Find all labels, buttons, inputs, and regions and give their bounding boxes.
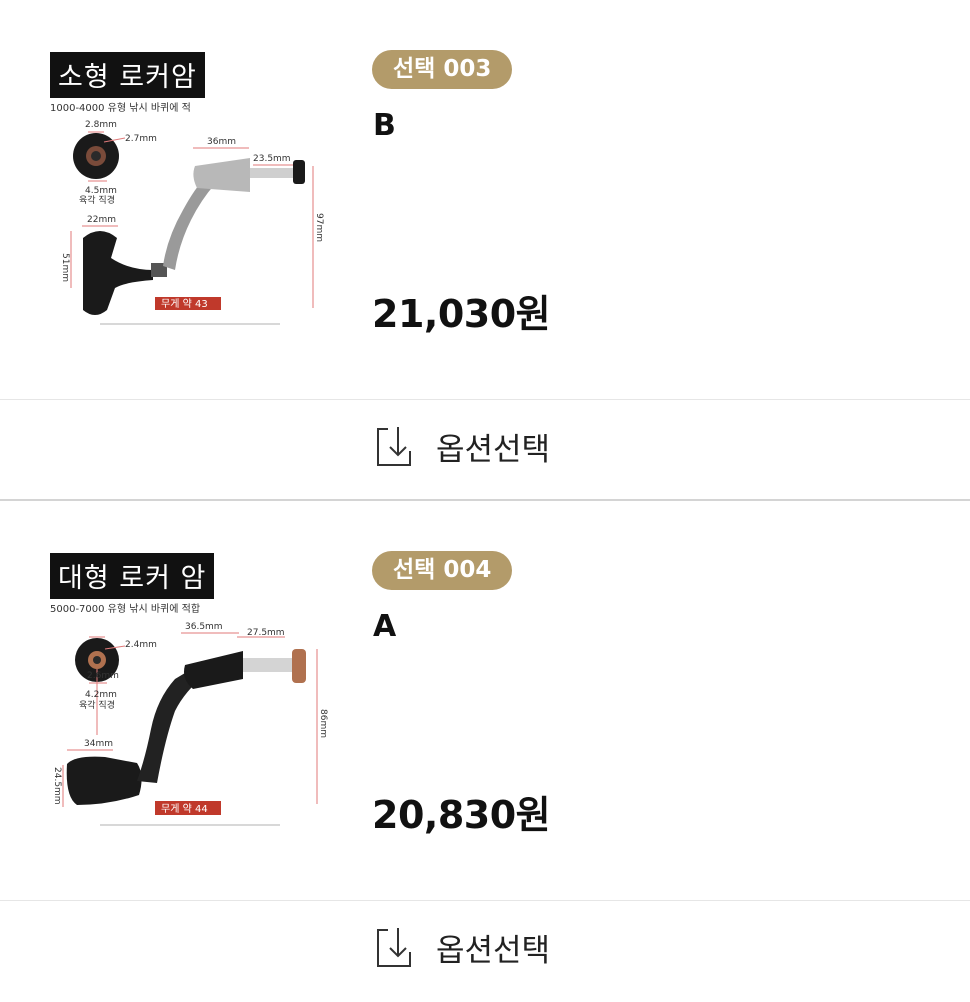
- image-title: 대형 로커 암: [50, 553, 215, 599]
- price: 20,830원: [372, 793, 551, 837]
- svg-text:2.6mm: 2.6mm: [87, 671, 119, 681]
- product-card: 2.6mm 2.4mm 4.2mm 육각 직경 34mm 24.5mm 36.5…: [0, 501, 970, 1002]
- svg-text:무게 약 43: 무게 약 43: [161, 298, 208, 310]
- svg-text:22mm: 22mm: [87, 215, 116, 225]
- svg-text:51mm: 51mm: [60, 253, 70, 282]
- option-name: B: [373, 108, 396, 143]
- svg-text:86mm: 86mm: [318, 709, 328, 738]
- svg-text:36.5mm: 36.5mm: [185, 622, 223, 632]
- svg-text:4.5mm: 4.5mm: [85, 186, 117, 196]
- svg-text:육각 직경: 육각 직경: [79, 699, 115, 711]
- svg-text:36mm: 36mm: [207, 137, 236, 147]
- download-box-icon: [377, 427, 411, 466]
- svg-text:24.5mm: 24.5mm: [52, 767, 62, 805]
- svg-text:2.4mm: 2.4mm: [125, 640, 157, 650]
- svg-text:34mm: 34mm: [84, 739, 113, 749]
- option-name: A: [373, 609, 397, 644]
- image-subtitle: 5000-7000 유형 낚시 바퀴에 적합: [50, 604, 201, 615]
- svg-text:무게 약 44: 무게 약 44: [161, 803, 208, 815]
- svg-text:육각 직경: 육각 직경: [79, 194, 115, 206]
- svg-text:4.2mm: 4.2mm: [85, 690, 117, 700]
- product-image[interactable]: 2.8mm 2.7mm 4.5mm 육각 직경 22mm 51mm 36mm 2…: [45, 48, 330, 338]
- option-badge: 선택 003: [372, 50, 513, 89]
- option-badge: 선택 004: [372, 551, 513, 590]
- product-image[interactable]: 2.6mm 2.4mm 4.2mm 육각 직경 34mm 24.5mm 36.5…: [45, 549, 330, 839]
- svg-text:97mm: 97mm: [314, 213, 324, 242]
- image-title: 소형 로커암: [50, 52, 205, 98]
- option-select-label: 옵션선택: [436, 432, 551, 468]
- svg-text:2.8mm: 2.8mm: [85, 120, 117, 130]
- option-select-label: 옵션선택: [436, 933, 551, 969]
- svg-text:2.7mm: 2.7mm: [125, 134, 157, 144]
- svg-text:27.5mm: 27.5mm: [247, 628, 285, 638]
- option-select-button[interactable]: 옵션선택: [0, 400, 970, 499]
- price: 21,030원: [372, 292, 551, 336]
- product-card: 2.8mm 2.7mm 4.5mm 육각 직경 22mm 51mm 36mm 2…: [0, 0, 970, 501]
- download-box-icon: [377, 928, 411, 967]
- image-subtitle: 1000-4000 유형 낚시 바퀴에 적: [50, 103, 191, 114]
- option-select-button[interactable]: 옵션선택: [0, 901, 970, 1000]
- svg-text:23.5mm: 23.5mm: [253, 154, 291, 164]
